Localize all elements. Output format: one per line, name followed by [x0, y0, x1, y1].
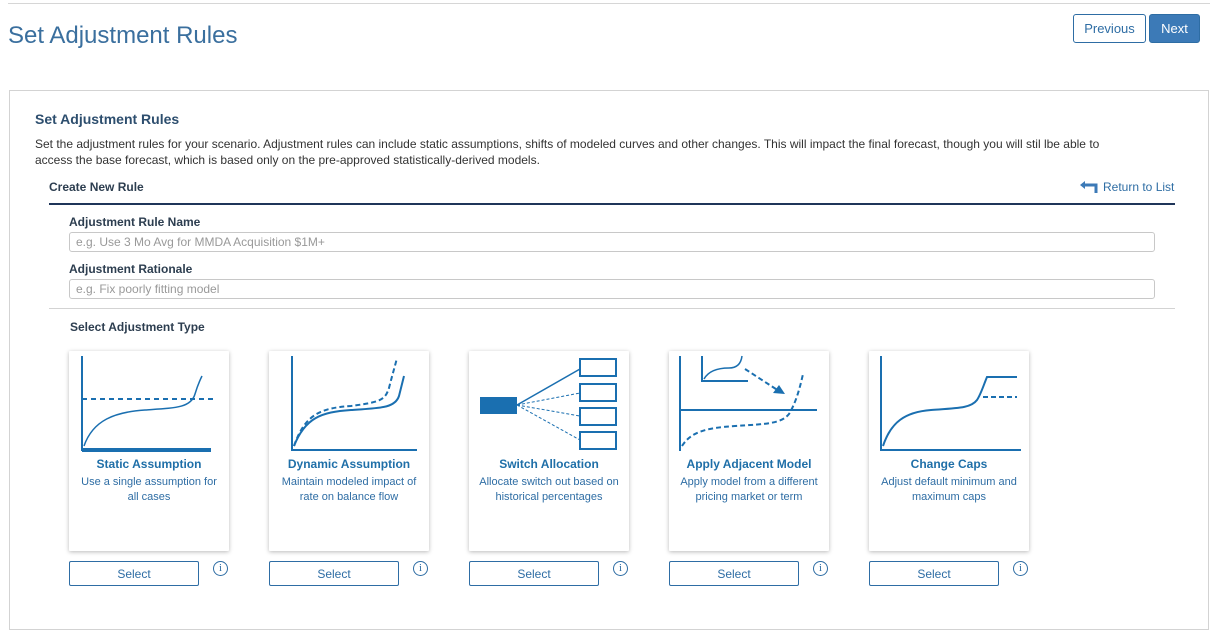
card-description: Maintain modeled impact of rate on balan… — [281, 476, 417, 503]
card-apply-adjacent-model: Apply Adjacent Model Apply model from a … — [669, 351, 829, 551]
dynamic-assumption-chart-icon — [291, 356, 417, 451]
info-icon[interactable]: i — [213, 561, 228, 576]
card-switch-allocation: Switch Allocation Allocate switch out ba… — [469, 351, 629, 551]
top-divider — [8, 3, 1210, 4]
rule-name-input[interactable] — [69, 232, 1155, 252]
card-title: Switch Allocation — [499, 457, 599, 471]
panel-description: Set the adjustment rules for your scenar… — [35, 137, 1100, 167]
card-change-caps: Change Caps Adjust default minimum and m… — [869, 351, 1029, 551]
rationale-input[interactable] — [69, 279, 1155, 299]
card-title: Static Assumption — [96, 457, 202, 471]
static-assumption-chart-icon — [81, 356, 217, 452]
select-static-assumption-button[interactable]: Select — [69, 561, 199, 586]
section-divider — [49, 203, 1175, 205]
info-icon[interactable]: i — [1013, 561, 1028, 576]
create-new-rule-title: Create New Rule — [49, 180, 144, 194]
panel-title: Set Adjustment Rules — [35, 111, 180, 127]
card-description: Use a single assumption for all cases — [81, 476, 217, 503]
card-title: Change Caps — [910, 457, 988, 471]
adjustment-rules-panel: Set Adjustment Rules Set the adjustment … — [9, 90, 1209, 630]
return-to-list-label: Return to List — [1103, 180, 1175, 194]
select-apply-adjacent-model-button[interactable]: Select — [669, 561, 799, 586]
type-divider — [49, 308, 1175, 309]
card-dynamic-assumption: Dynamic Assumption Maintain modeled impa… — [269, 351, 429, 551]
return-arrow-icon — [1080, 181, 1098, 193]
select-change-caps-button[interactable]: Select — [869, 561, 999, 586]
return-to-list-link[interactable]: Return to List — [1079, 180, 1174, 194]
next-button[interactable]: Next — [1149, 14, 1200, 43]
card-description: Apply model from a different pricing mar… — [680, 476, 818, 503]
info-icon[interactable]: i — [613, 561, 628, 576]
adjacent-model-chart-icon — [679, 355, 817, 451]
card-description: Adjust default minimum and maximum caps — [881, 476, 1017, 503]
previous-button[interactable]: Previous — [1073, 14, 1146, 43]
change-caps-chart-icon — [880, 356, 1021, 451]
card-description: Allocate switch out based on historical … — [479, 476, 619, 503]
card-title: Apply Adjacent Model — [686, 457, 812, 471]
card-static-assumption: Static Assumption Use a single assumptio… — [69, 351, 229, 551]
info-icon[interactable]: i — [813, 561, 828, 576]
card-title: Dynamic Assumption — [287, 457, 411, 471]
select-switch-allocation-button[interactable]: Select — [469, 561, 599, 586]
rationale-label: Adjustment Rationale — [69, 262, 193, 276]
switch-allocation-diagram-icon — [480, 358, 617, 450]
select-adjustment-type-title: Select Adjustment Type — [70, 320, 205, 334]
select-dynamic-assumption-button[interactable]: Select — [269, 561, 399, 586]
page-title: Set Adjustment Rules — [8, 22, 238, 49]
info-icon[interactable]: i — [413, 561, 428, 576]
rule-name-label: Adjustment Rule Name — [69, 215, 201, 229]
